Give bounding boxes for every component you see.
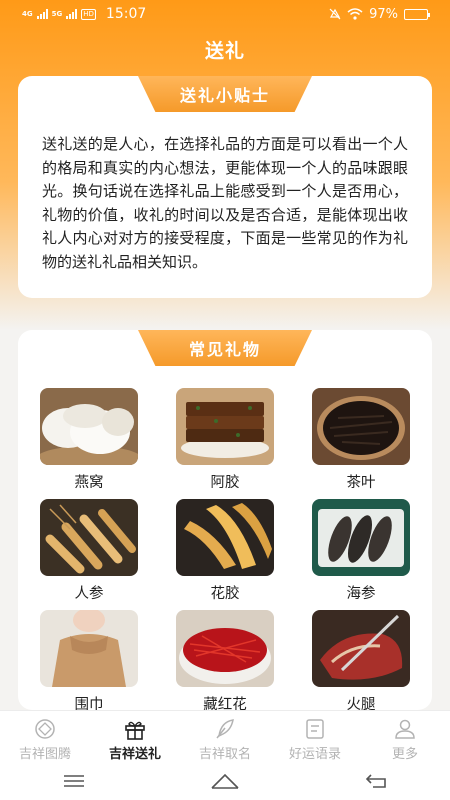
home-icon[interactable] <box>210 772 240 790</box>
person-icon <box>395 719 415 739</box>
gift-icon <box>125 721 145 740</box>
nav-label: 吉祥取名 <box>198 747 251 762</box>
signal-icon <box>66 9 78 19</box>
page-title: 送礼 <box>204 40 245 62</box>
nav-item-gift[interactable]: 吉祥送礼 <box>90 711 180 762</box>
hd-badge: HD <box>81 8 96 20</box>
gift-label: 人参 <box>74 586 104 602</box>
system-nav-bar <box>0 762 450 800</box>
battery-percent: 97% <box>369 6 398 22</box>
gift-item-sea-cucumber[interactable]: 海参 <box>312 499 410 610</box>
tips-card: 送礼小贴士 送礼送的是人心，在选择礼品的方面是可以看出一个人的格局和真实的内心想… <box>18 76 432 298</box>
saffron-image <box>176 610 274 687</box>
nav-label: 好运语录 <box>288 747 341 762</box>
wifi-icon <box>347 8 363 20</box>
tea-leaves-image <box>312 388 410 465</box>
gift-item-ejiao[interactable]: 阿胶 <box>176 388 274 499</box>
network-type-2: 5G <box>51 9 63 18</box>
gift-item-birds-nest[interactable]: 燕窝 <box>40 388 138 499</box>
nav-item-naming[interactable]: 吉祥取名 <box>180 711 270 762</box>
clock: 15:07 <box>105 6 147 22</box>
gifts-ribbon: 常见礼物 <box>138 330 312 366</box>
status-bar: 4G 5G HD 15:07 97% <box>0 0 450 28</box>
totem-icon <box>35 719 55 739</box>
ejiao-image <box>176 388 274 465</box>
gifts-card: 常见礼物 燕窝 阿胶 茶叶 人参 花胶 海参 围巾 藏红花 火腿 <box>18 330 432 713</box>
nav-item-totem[interactable]: 吉祥图腾 <box>0 711 90 762</box>
nav-label: 吉祥图腾 <box>18 747 71 762</box>
gift-grid: 燕窝 阿胶 茶叶 人参 花胶 海参 围巾 藏红花 火腿 <box>40 388 410 721</box>
gift-label: 阿胶 <box>210 475 240 491</box>
nav-label: 吉祥送礼 <box>108 747 161 762</box>
gift-item-saffron[interactable]: 藏红花 <box>176 610 274 721</box>
gift-item-scarf[interactable]: 围巾 <box>40 610 138 721</box>
quote-book-icon <box>306 719 324 739</box>
back-icon[interactable] <box>365 773 387 789</box>
sea-cucumber-image <box>312 499 410 576</box>
gift-label: 燕窝 <box>74 475 104 491</box>
scarf-image <box>40 610 138 687</box>
bottom-nav: 吉祥图腾 吉祥送礼 吉祥取名 好运语录 更多 <box>0 710 450 762</box>
ham-image <box>312 610 410 687</box>
status-left: 4G 5G HD 15:07 <box>22 6 146 22</box>
tips-text: 送礼送的是人心，在选择礼品的方面是可以看出一个人的格局和真实的内心想法，更能体现… <box>42 135 408 271</box>
menu-icon[interactable] <box>63 774 85 788</box>
nav-item-quotes[interactable]: 好运语录 <box>270 711 360 762</box>
nav-item-more[interactable]: 更多 <box>360 711 450 762</box>
gift-label: 茶叶 <box>346 475 376 491</box>
gift-item-ginseng[interactable]: 人参 <box>40 499 138 610</box>
fish-maw-image <box>176 499 274 576</box>
feather-pen-icon <box>216 719 234 739</box>
ginseng-image <box>40 499 138 576</box>
gift-item-ham[interactable]: 火腿 <box>312 610 410 721</box>
gift-label: 花胶 <box>210 586 240 602</box>
tips-ribbon: 送礼小贴士 <box>138 76 312 112</box>
status-right: 97% <box>329 6 430 22</box>
birds-nest-image <box>40 388 138 465</box>
nav-label: 更多 <box>391 747 418 762</box>
gift-item-tea[interactable]: 茶叶 <box>312 388 410 499</box>
gift-label: 海参 <box>346 586 376 602</box>
battery-icon <box>404 8 430 20</box>
network-type-1: 4G <box>22 9 33 18</box>
gift-item-fish-maw[interactable]: 花胶 <box>176 499 274 610</box>
mute-icon <box>329 8 341 20</box>
signal-icon <box>36 9 48 19</box>
